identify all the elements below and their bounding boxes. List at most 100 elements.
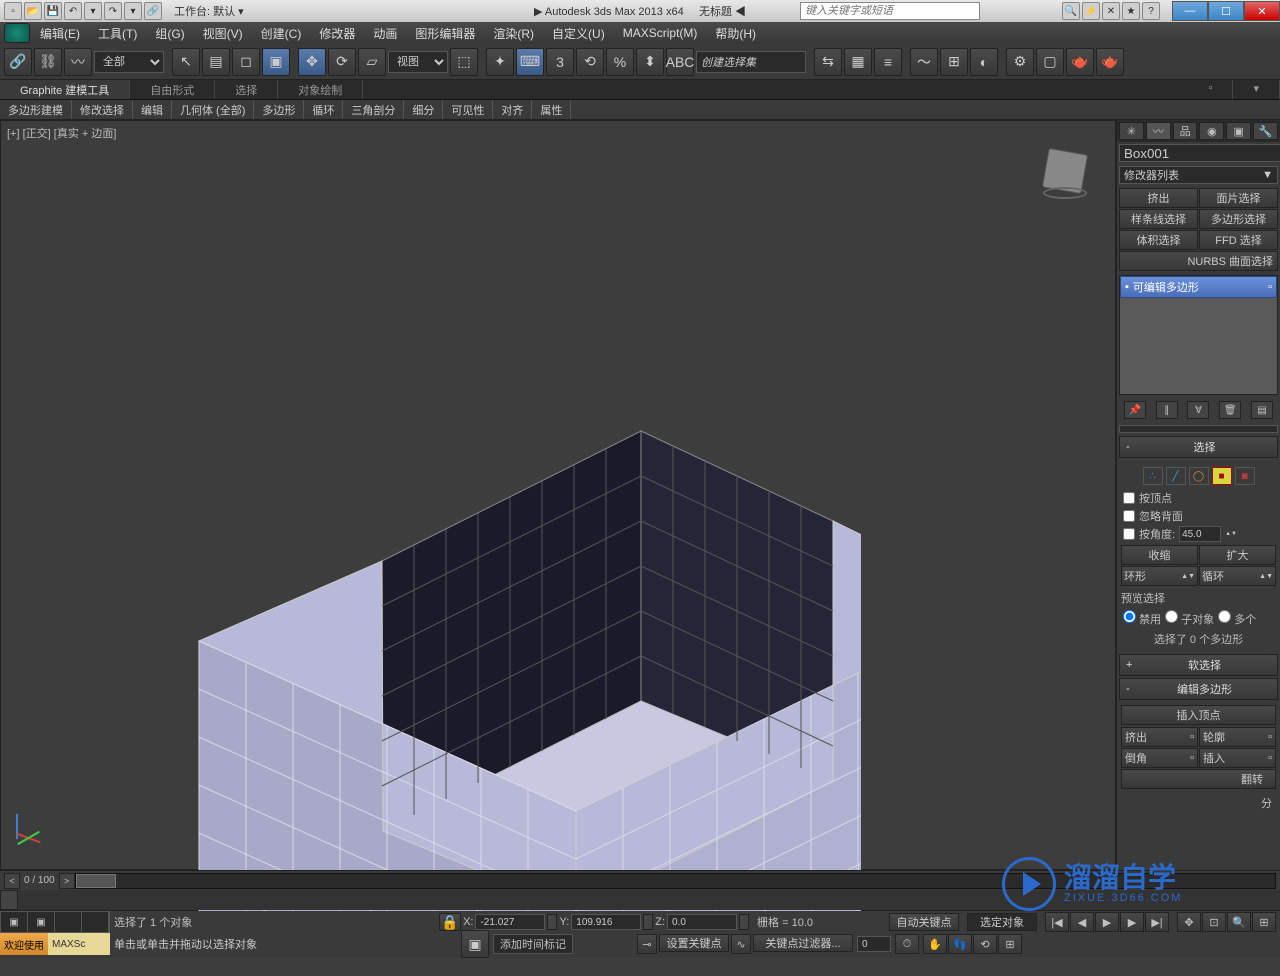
menu-edit[interactable]: 编辑(E) bbox=[32, 23, 88, 44]
select-region-icon[interactable]: ◻ bbox=[232, 48, 260, 76]
make-unique-icon[interactable]: ∀ bbox=[1187, 401, 1209, 419]
ribbon-properties[interactable]: 属性 bbox=[532, 100, 571, 119]
menu-help[interactable]: 帮助(H) bbox=[707, 23, 764, 44]
ignore-backfacing-checkbox[interactable] bbox=[1123, 510, 1135, 522]
percent-snap-icon[interactable]: % bbox=[606, 48, 634, 76]
soft-selection-rollout-header[interactable]: +软选择 bbox=[1119, 654, 1278, 676]
undo-drop-icon[interactable]: ▾ bbox=[84, 2, 102, 20]
key-filters-button[interactable]: 关键点过滤器... bbox=[753, 934, 853, 952]
flip-button[interactable]: 翻转 bbox=[1121, 769, 1276, 789]
search-icon[interactable]: 🔍 bbox=[1062, 2, 1080, 20]
ffd-select-button[interactable]: FFD 选择 bbox=[1199, 230, 1278, 250]
ribbon-align[interactable]: 对齐 bbox=[493, 100, 532, 119]
border-subobj-icon[interactable]: ◯ bbox=[1189, 467, 1209, 485]
link-tool-icon[interactable]: 🔗 bbox=[4, 48, 32, 76]
grow-button[interactable]: 扩大 bbox=[1199, 545, 1276, 565]
key-filter-icon[interactable]: ∿ bbox=[731, 934, 751, 954]
redo-icon[interactable]: ↷ bbox=[104, 2, 122, 20]
select-object-icon[interactable]: ↖ bbox=[172, 48, 200, 76]
ribbon-loops[interactable]: 循环 bbox=[304, 100, 343, 119]
pin-stack-icon[interactable]: 📌 bbox=[1124, 401, 1146, 419]
menu-animation[interactable]: 动画 bbox=[365, 23, 405, 44]
render-icon[interactable]: 🫖 bbox=[1066, 48, 1094, 76]
unlink-tool-icon[interactable]: ⛓ bbox=[34, 48, 62, 76]
poly-select-button[interactable]: 多边形选择 bbox=[1199, 209, 1278, 229]
link-icon[interactable]: 🔗 bbox=[144, 2, 162, 20]
track-config-icon[interactable] bbox=[0, 890, 18, 910]
extrude-button[interactable]: 挤出▫ bbox=[1121, 727, 1198, 747]
ref-coord-dropdown[interactable]: 视图 bbox=[388, 51, 448, 73]
x-coord-input[interactable] bbox=[475, 914, 545, 930]
ribbon-polygons[interactable]: 多边形 bbox=[254, 100, 304, 119]
z-coord-input[interactable] bbox=[667, 914, 737, 930]
ribbon-tab-graphite[interactable]: Graphite 建模工具 bbox=[0, 80, 130, 99]
ribbon-tris[interactable]: 三角剖分 bbox=[343, 100, 404, 119]
ribbon-edit[interactable]: 编辑 bbox=[133, 100, 172, 119]
menu-group[interactable]: 组(G) bbox=[147, 23, 192, 44]
create-tab-icon[interactable]: ✳ bbox=[1119, 122, 1144, 140]
spline-select-button[interactable]: 样条线选择 bbox=[1119, 209, 1198, 229]
save-icon[interactable]: 💾 bbox=[44, 2, 62, 20]
time-next-icon[interactable]: > bbox=[59, 873, 75, 889]
script-btn-4[interactable] bbox=[82, 912, 109, 932]
bind-spacewarp-icon[interactable]: 〰 bbox=[64, 48, 92, 76]
lock-selection-icon[interactable]: 🔒 bbox=[439, 913, 461, 931]
ribbon-visibility[interactable]: 可见性 bbox=[443, 100, 493, 119]
ribbon-geometry[interactable]: 几何体 (全部) bbox=[172, 100, 254, 119]
hierarchy-tab-icon[interactable]: 品 bbox=[1173, 122, 1198, 140]
y-coord-input[interactable] bbox=[571, 914, 641, 930]
layers-icon[interactable]: ≡ bbox=[874, 48, 902, 76]
menu-create[interactable]: 创建(C) bbox=[253, 23, 310, 44]
ribbon-tab-selection[interactable]: 选择 bbox=[215, 80, 278, 99]
by-angle-checkbox[interactable] bbox=[1123, 528, 1135, 540]
set-key-icon[interactable]: ⊸ bbox=[637, 934, 657, 954]
align-icon[interactable]: ▦ bbox=[844, 48, 872, 76]
pivot-center-icon[interactable]: ⬚ bbox=[450, 48, 478, 76]
viewport-label[interactable]: [+] [正交] [真实 + 边面] bbox=[7, 125, 116, 141]
viewcube[interactable] bbox=[1035, 141, 1095, 201]
time-prev-icon[interactable]: < bbox=[4, 873, 20, 889]
nav-walk-icon[interactable]: 👣 bbox=[948, 934, 972, 954]
menu-views[interactable]: 视图(V) bbox=[195, 23, 251, 44]
menu-tools[interactable]: 工具(T) bbox=[90, 23, 145, 44]
motion-tab-icon[interactable]: ◉ bbox=[1199, 122, 1224, 140]
by-vertex-checkbox[interactable] bbox=[1123, 492, 1135, 504]
spinner-snap-icon[interactable]: ⬍ bbox=[636, 48, 664, 76]
open-icon[interactable]: 📂 bbox=[24, 2, 42, 20]
set-key-button[interactable]: 设置关键点 bbox=[659, 934, 729, 952]
expand-icon[interactable]: ▪ bbox=[1125, 281, 1129, 293]
help-icon[interactable]: ? bbox=[1142, 2, 1160, 20]
ribbon-tab-paint[interactable]: 对象绘制 bbox=[278, 80, 363, 99]
rotate-tool-icon[interactable]: ⟳ bbox=[328, 48, 356, 76]
menu-modifiers[interactable]: 修改器 bbox=[311, 23, 363, 44]
ribbon-subdiv[interactable]: 细分 bbox=[404, 100, 443, 119]
manipulate-icon[interactable]: ✦ bbox=[486, 48, 514, 76]
isolate-icon[interactable]: ▣ bbox=[461, 930, 489, 958]
outline-button[interactable]: 轮廓▫ bbox=[1199, 727, 1276, 747]
maxscript-label[interactable]: MAXSc bbox=[48, 933, 110, 955]
subscription-icon[interactable]: ⚡ bbox=[1082, 2, 1100, 20]
remove-mod-icon[interactable]: 🗑 bbox=[1219, 401, 1241, 419]
window-crossing-icon[interactable]: ▣ bbox=[262, 48, 290, 76]
select-by-name-icon[interactable]: ▤ bbox=[202, 48, 230, 76]
keyboard-shortcut-icon[interactable]: ⌨ bbox=[516, 48, 544, 76]
time-slider-handle[interactable] bbox=[76, 874, 116, 888]
favorite-icon[interactable]: ★ bbox=[1122, 2, 1140, 20]
preview-off-radio[interactable]: 禁用 bbox=[1123, 610, 1161, 627]
edit-poly-rollout-header[interactable]: -编辑多边形 bbox=[1119, 678, 1278, 700]
snap-toggle-icon[interactable]: 3 bbox=[546, 48, 574, 76]
shrink-button[interactable]: 收缩 bbox=[1121, 545, 1198, 565]
nurbs-select-button[interactable]: NURBS 曲面选择 bbox=[1119, 251, 1278, 271]
ribbon-expand-icon[interactable]: ▾ bbox=[1233, 80, 1280, 99]
utilities-tab-icon[interactable]: 🔧 bbox=[1253, 122, 1278, 140]
selection-rollout-header[interactable]: -选择 bbox=[1119, 436, 1278, 458]
menu-rendering[interactable]: 渲染(R) bbox=[485, 23, 542, 44]
menu-customize[interactable]: 自定义(U) bbox=[544, 23, 613, 44]
menu-graph-editors[interactable]: 图形编辑器 bbox=[407, 23, 483, 44]
show-end-icon[interactable]: ∥ bbox=[1156, 401, 1178, 419]
extrude-modifier-button[interactable]: 挤出 bbox=[1119, 188, 1198, 208]
nav-max-icon[interactable]: ⊞ bbox=[998, 934, 1022, 954]
preview-subobj-radio[interactable]: 子对象 bbox=[1165, 610, 1214, 627]
inset-button[interactable]: 插入▫ bbox=[1199, 748, 1276, 768]
time-slider-label[interactable]: 0 / 100 bbox=[20, 875, 59, 886]
